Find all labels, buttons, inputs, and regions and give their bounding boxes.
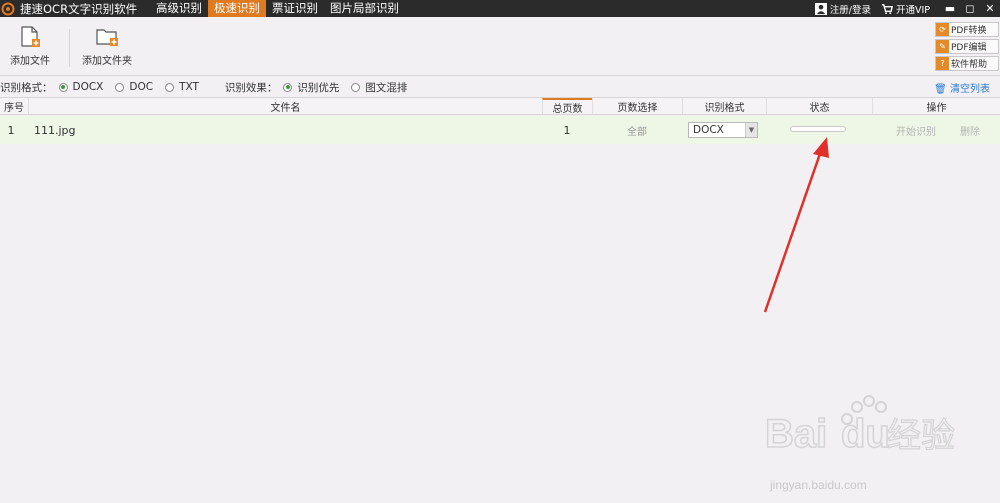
ocr-logo-icon bbox=[0, 0, 16, 17]
pdf-convert-button[interactable]: ⟳ PDF转换 bbox=[935, 22, 999, 37]
login-link[interactable]: 注册/登录 bbox=[814, 2, 871, 16]
format-radio-doc[interactable]: DOC bbox=[115, 81, 153, 93]
col-action: 操作 bbox=[872, 98, 1000, 114]
svg-text:经验: 经验 bbox=[887, 416, 955, 456]
pdf-edit-label: PDF编辑 bbox=[951, 43, 987, 53]
radio-label: 识别优先 bbox=[297, 81, 340, 94]
add-file-button[interactable]: 添加文件 bbox=[10, 26, 50, 67]
pencil-icon: ✎ bbox=[936, 40, 949, 53]
close-button[interactable]: ✕ bbox=[980, 2, 1000, 15]
add-file-icon bbox=[21, 26, 40, 47]
radio-dot bbox=[351, 82, 361, 92]
row-total-pages: 1 bbox=[563, 123, 571, 137]
tab-partial-ocr[interactable]: 图片局部识别 bbox=[324, 0, 405, 17]
add-folder-button[interactable]: 添加文件夹 bbox=[82, 26, 132, 67]
refresh-icon: ⟳ bbox=[936, 23, 949, 36]
radio-dot bbox=[115, 82, 125, 92]
effect-radio-mixed[interactable]: 图文混排 bbox=[351, 80, 407, 95]
radio-label: DOCX bbox=[72, 81, 104, 93]
effect-label: 识别效果： bbox=[224, 81, 278, 94]
options-bar: 识别格式： DOCX DOC TXT 识别效果： 识别优先 图文混排 🗑 清空列… bbox=[0, 77, 1000, 97]
vip-link[interactable]: 开通VIP bbox=[881, 2, 930, 16]
add-folder-icon bbox=[96, 29, 118, 46]
col-format: 识别格式 bbox=[682, 98, 766, 114]
toolbar-divider bbox=[69, 29, 70, 67]
svg-text:du: du bbox=[841, 412, 890, 456]
clear-list-button[interactable]: 🗑 清空列表 bbox=[934, 80, 990, 95]
chevron-down-icon: ▼ bbox=[745, 123, 757, 137]
toolbar: 添加文件 添加文件夹 ⟳ PDF转换 ✎ PDF编辑 ? 软件帮助 bbox=[0, 17, 1000, 76]
row-page-select[interactable]: 全部 bbox=[592, 116, 682, 144]
col-total-pages[interactable]: 总页数 bbox=[542, 98, 592, 115]
radio-label: DOC bbox=[129, 81, 154, 93]
effect-radio-priority[interactable]: 识别优先 bbox=[283, 80, 339, 95]
clear-list-label: 清空列表 bbox=[950, 84, 990, 95]
app-title: 捷速OCR文字识别软件 bbox=[20, 1, 138, 16]
baidu-jingyan-watermark: Bai du 经验 bbox=[765, 395, 956, 457]
pdf-edit-button[interactable]: ✎ PDF编辑 bbox=[935, 39, 999, 54]
title-bar: 捷速OCR文字识别软件 高级识别 极速识别 票证识别 图片局部识别 注册/登录 … bbox=[0, 0, 1000, 17]
user-icon bbox=[814, 2, 827, 15]
add-file-label: 添加文件 bbox=[10, 56, 50, 67]
col-filename: 文件名 bbox=[28, 98, 542, 114]
col-page-select: 页数选择 bbox=[592, 98, 682, 114]
row-format-select[interactable]: DOCX ▼ bbox=[688, 122, 758, 138]
pdf-convert-label: PDF转换 bbox=[951, 26, 987, 36]
row-index: 1 bbox=[7, 123, 15, 137]
help-label: 软件帮助 bbox=[951, 60, 988, 70]
watermark-url: jingyan.baidu.com bbox=[770, 478, 867, 492]
cart-icon bbox=[881, 3, 893, 14]
maximize-button[interactable]: ◻ bbox=[960, 2, 980, 15]
select-value: DOCX bbox=[693, 124, 724, 136]
trash-icon: 🗑 bbox=[934, 84, 947, 95]
col-status: 状态 bbox=[766, 98, 872, 114]
tab-ticket-ocr[interactable]: 票证识别 bbox=[266, 0, 324, 17]
help-icon: ? bbox=[936, 57, 949, 70]
tab-advanced-ocr[interactable]: 高级识别 bbox=[150, 0, 208, 17]
col-index: 序号 bbox=[4, 102, 24, 114]
delete-button[interactable]: 删除 bbox=[952, 116, 988, 144]
help-button[interactable]: ? 软件帮助 bbox=[935, 56, 999, 71]
format-radio-txt[interactable]: TXT bbox=[165, 81, 199, 93]
table-header: 序号 文件名 总页数 页数选择 识别格式 状态 操作 bbox=[0, 97, 1000, 115]
tab-fast-ocr[interactable]: 极速识别 bbox=[208, 0, 266, 17]
login-label: 注册/登录 bbox=[829, 4, 871, 16]
minimize-button[interactable]: ▬ bbox=[940, 2, 960, 15]
radio-dot bbox=[58, 82, 68, 92]
radio-dot bbox=[283, 82, 293, 92]
add-folder-label: 添加文件夹 bbox=[82, 56, 132, 67]
format-label: 识别格式： bbox=[0, 81, 53, 94]
radio-label: TXT bbox=[179, 81, 199, 93]
progress-bar bbox=[790, 126, 846, 132]
table-row[interactable]: 1 111.jpg 1 全部 DOCX ▼ 开始识别 删除 bbox=[0, 116, 1000, 144]
svg-text:Bai: Bai bbox=[765, 412, 827, 456]
radio-label: 图文混排 bbox=[365, 81, 408, 94]
radio-dot bbox=[165, 82, 175, 92]
row-filename: 111.jpg bbox=[34, 123, 76, 137]
vip-label: 开通VIP bbox=[895, 4, 930, 16]
start-ocr-button[interactable]: 开始识别 bbox=[888, 116, 944, 144]
format-radio-docx[interactable]: DOCX bbox=[58, 81, 104, 93]
